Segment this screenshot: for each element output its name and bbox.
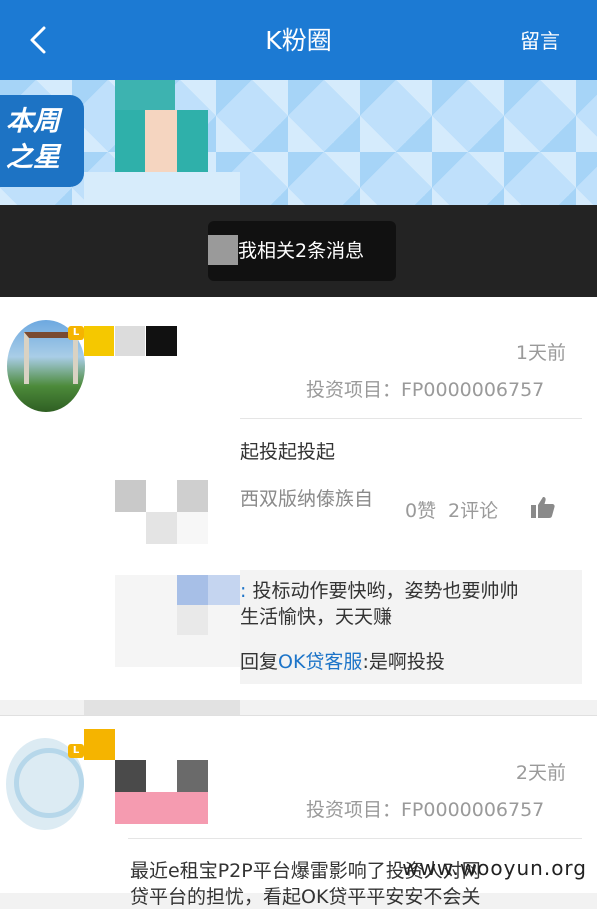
username-pixel <box>115 792 208 824</box>
watermark: www.wooyun.org <box>402 856 587 880</box>
page-title: K粉圈 <box>265 26 332 55</box>
banner-avatar-pixel <box>145 110 177 172</box>
comment-count[interactable]: 2评论 <box>448 496 498 523</box>
divider <box>128 838 582 839</box>
level-badge: L <box>68 744 84 758</box>
username-pixel <box>177 760 208 792</box>
divider <box>240 418 582 419</box>
username-pixel <box>146 326 177 356</box>
username-pixel <box>84 729 115 760</box>
image-pixel <box>208 575 240 605</box>
project-link[interactable]: 投资项目：FP0000006757 <box>306 795 544 822</box>
image-pixel <box>115 480 146 512</box>
like-count: 0赞 <box>405 500 437 522</box>
reply-item-continued: 生活愉快，天天赚 <box>240 606 393 628</box>
reply-author-link[interactable]: OK贷客服 <box>278 651 362 673</box>
thumbs-up-icon[interactable] <box>530 494 556 520</box>
banner-avatar-pixel <box>84 172 240 205</box>
post-content-line2: 贷平台的担忧，看起OK贷平平安安不会关 <box>130 886 481 908</box>
reply-item[interactable]: 回复OK贷客服:是啊投投 <box>240 650 445 675</box>
banner-avatar-pixel <box>115 80 175 110</box>
image-pixel <box>177 605 208 635</box>
avatar-logo-shape <box>14 748 84 818</box>
image-pixel <box>177 480 208 512</box>
reply-item[interactable]: : 投标动作要快哟，姿势也要帅帅 <box>240 579 580 604</box>
post-content: 起投起投起 <box>240 441 336 463</box>
project-link[interactable]: 投资项目：FP0000006757 <box>306 375 544 402</box>
notification-text[interactable]: 我相关2条消息 <box>238 221 364 281</box>
leave-message-button[interactable]: 留言 <box>520 0 560 80</box>
image-pixel <box>177 575 208 605</box>
banner-avatar-pixel <box>177 110 208 172</box>
post-time: 2天前 <box>515 762 566 784</box>
notification-avatar-pixel <box>208 235 238 265</box>
username-pixel <box>115 760 146 792</box>
username-pixel <box>84 326 114 356</box>
image-pixel <box>177 512 208 544</box>
post-time: 1天前 <box>515 342 566 364</box>
post-location: 西双版纳傣族自 <box>240 488 374 510</box>
star-of-week-label: 本周 之星 <box>6 106 60 173</box>
image-pixel <box>146 512 177 544</box>
level-badge: L <box>68 326 84 340</box>
banner-avatar-pixel <box>115 110 145 172</box>
username-pixel <box>115 326 145 356</box>
